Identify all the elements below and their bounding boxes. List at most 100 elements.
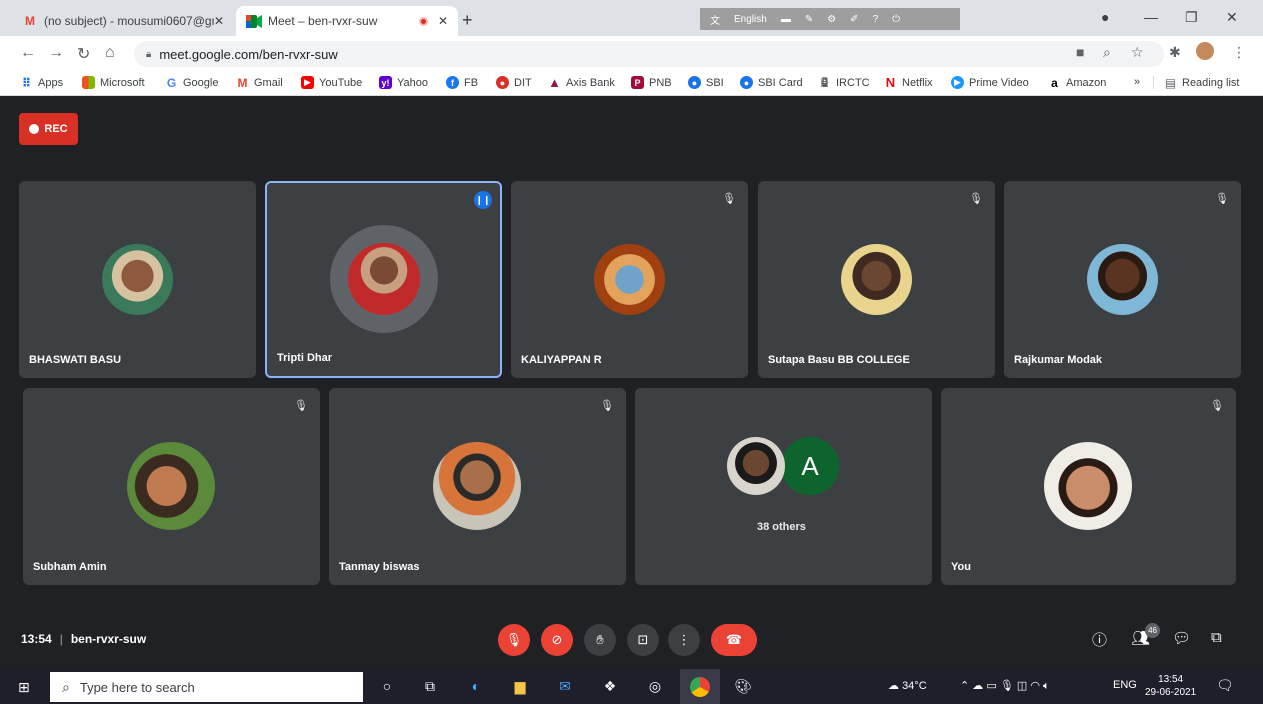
reading-list[interactable]: ▤ Reading list [1153, 76, 1239, 90]
profile-avatar[interactable] [1196, 42, 1214, 60]
forward-icon[interactable]: → [48, 44, 64, 62]
recording-badge[interactable]: REC [19, 113, 78, 145]
tray-icons[interactable]: ⌃ ☁ ▭ 🎙︎ ◫ ◠ 🔈︎ [960, 679, 1050, 693]
bookmark-irctc[interactable]: 🚆︎ IRCTC [818, 76, 870, 89]
participant-tile[interactable]: 🎙︎ KALIYAPPAN R [511, 181, 748, 378]
edit-icon[interactable]: ✐ [850, 14, 858, 25]
bookmark-label: Amazon [1066, 76, 1107, 89]
close-tab-icon[interactable]: ✕ [214, 14, 224, 28]
translate-icon[interactable]: 文 [710, 12, 720, 27]
bookmark-netflix[interactable]: N Netflix [884, 75, 933, 90]
extension-label[interactable]: English [734, 14, 767, 25]
zoom-icon[interactable]: ⌕ [1103, 44, 1111, 61]
participant-name: You [951, 561, 971, 573]
pin-icon[interactable]: ✎ [805, 14, 813, 25]
bookmark-sbi-card[interactable]: ● SBI Card [740, 76, 803, 89]
back-icon[interactable]: ← [20, 44, 36, 62]
windows-start-icon[interactable]: ⊞ [18, 679, 30, 696]
bookmark-gmail[interactable]: M Gmail [236, 76, 283, 90]
camera-icon[interactable]: ■ [1076, 44, 1084, 60]
chrome-icon[interactable] [680, 669, 720, 704]
extensions-icon[interactable]: ✱ [1169, 44, 1181, 61]
lock-icon[interactable]: 🔒︎ [146, 49, 151, 60]
mic-muted-icon: 🎙︎ [294, 399, 308, 412]
dropbox-icon[interactable]: ❖ [600, 676, 620, 696]
participant-avatar [594, 244, 665, 315]
raise-hand-button[interactable]: ✋︎ [584, 624, 616, 656]
mic-off-button[interactable]: 🎙︎ [498, 624, 530, 656]
activities-icon[interactable]: ⧉ [1211, 629, 1222, 646]
bookmark-star-icon[interactable]: ☆ [1131, 44, 1144, 61]
bookmark-fb[interactable]: f FB [446, 76, 478, 89]
bookmark-label: Gmail [254, 76, 283, 89]
minimize-icon[interactable]: — [1144, 9, 1158, 25]
mic-tray-icon: 🎙︎ [999, 680, 1014, 692]
bookmark-microsoft[interactable]: Microsoft [82, 76, 145, 89]
bookmark-yahoo[interactable]: y! Yahoo [379, 76, 428, 89]
hand-icon: ✋︎ [596, 632, 604, 647]
address-bar: ← → ↻ ⌂ 🔒︎ meet.google.com/ben-rvxr-suw … [0, 36, 1263, 72]
task-view-icon[interactable]: ⧉ [420, 676, 440, 696]
bookmark-label: Prime Video [969, 76, 1029, 89]
url-field[interactable]: 🔒︎ meet.google.com/ben-rvxr-suw [134, 41, 1164, 67]
bookmark-label: PNB [649, 76, 672, 89]
prime-video-icon: ▶ [951, 76, 964, 89]
bookmark-dit[interactable]: ● DIT [496, 76, 532, 89]
bookmark-google[interactable]: G Google [165, 76, 219, 90]
chat-icon[interactable]: 💬︎ [1172, 629, 1191, 647]
restore-icon[interactable]: ❐ [1185, 9, 1198, 26]
participant-name: KALIYAPPAN R [521, 354, 602, 366]
edge-icon[interactable]: ◐ [466, 676, 486, 696]
weather-widget[interactable]: ☁ 34°C [888, 679, 927, 692]
cortana-icon[interactable]: ○ [377, 676, 397, 696]
participant-name: Sutapa Basu BB COLLEGE [768, 354, 910, 366]
taskbar-search[interactable]: ⌕ Type here to search [50, 672, 363, 702]
app-icon[interactable]: ◎ [645, 676, 665, 696]
new-tab-button[interactable]: + [462, 10, 473, 31]
participant-tile[interactable]: 🎙︎ Rajkumar Modak [1004, 181, 1241, 378]
tab-meet[interactable]: Meet – ben-rvxr-suw ✕ [236, 6, 458, 36]
participant-tile[interactable]: ❙❙ Tripti Dhar [265, 181, 502, 378]
reload-icon[interactable]: ↻ [77, 44, 90, 64]
file-explorer-icon[interactable]: ▆ [510, 676, 530, 696]
people-button[interactable]: 👥︎ 46 [1131, 623, 1161, 647]
participant-tile[interactable]: 🎙︎ You [941, 388, 1236, 585]
search-placeholder: Type here to search [79, 679, 195, 695]
others-tile[interactable]: A 38 others [635, 388, 932, 585]
bookmark-amazon[interactable]: a Amazon [1048, 76, 1107, 90]
paint-icon[interactable]: 🎨︎ [733, 676, 753, 696]
participant-tile[interactable]: 🎙︎ Subham Amin [23, 388, 320, 585]
menu-icon[interactable]: ⋮ [1232, 44, 1246, 61]
participant-tile[interactable]: 🎙︎ Tanmay biswas [329, 388, 626, 585]
help-icon[interactable]: ? [873, 14, 879, 25]
bookmarks-overflow[interactable]: » [1134, 76, 1140, 88]
language-indicator[interactable]: ENG [1113, 679, 1137, 691]
extension-strip: 文 English ▬ ✎ ⚙ ✐ ? ⏻ [700, 8, 960, 30]
more-options-button[interactable]: ⋮ [668, 624, 700, 656]
mail-icon[interactable]: ✉ [555, 676, 575, 696]
bookmark-prime-video[interactable]: ▶ Prime Video [951, 76, 1029, 89]
tab-gmail[interactable]: M (no subject) - mousumi0607@gm ✕ [12, 6, 234, 36]
profile-dot-icon[interactable]: ● [1101, 9, 1109, 25]
bookmark-axis-bank[interactable]: ▲ Axis Bank [548, 75, 615, 90]
bookmark-sbi[interactable]: ● SBI [688, 76, 724, 89]
camera-off-button[interactable]: ⊘ [541, 624, 573, 656]
bookmark-apps[interactable]: ⠿ Apps [20, 76, 63, 90]
notifications-icon[interactable]: 🗨︎ [1216, 677, 1234, 694]
bookmark-pnb[interactable]: P PNB [631, 76, 672, 89]
close-tab-icon[interactable]: ✕ [438, 14, 448, 28]
participant-tile[interactable]: 🎙︎ Sutapa Basu BB COLLEGE [758, 181, 995, 378]
participant-tile[interactable]: BHASWATI BASU [19, 181, 256, 378]
home-icon[interactable]: ⌂ [105, 44, 115, 62]
taskbar-clock[interactable]: 13:54 29-06-2021 [1145, 673, 1196, 699]
bookmarks-bar: ⠿ Apps Microsoft G Google M Gmail ▶ YouT… [0, 72, 1263, 96]
keyboard-icon[interactable]: ▬ [781, 14, 791, 25]
present-button[interactable]: ⊡ [627, 624, 659, 656]
meeting-info-icon[interactable]: ⓘ [1092, 629, 1107, 650]
close-window-icon[interactable]: ✕ [1226, 9, 1238, 26]
bookmark-youtube[interactable]: ▶ YouTube [301, 76, 362, 89]
settings-icon[interactable]: ⚙ [827, 14, 836, 25]
leave-call-button[interactable]: ☎︎ [711, 624, 757, 656]
bookmark-label: SBI Card [758, 76, 803, 89]
power-icon[interactable]: ⏻ [892, 14, 900, 25]
